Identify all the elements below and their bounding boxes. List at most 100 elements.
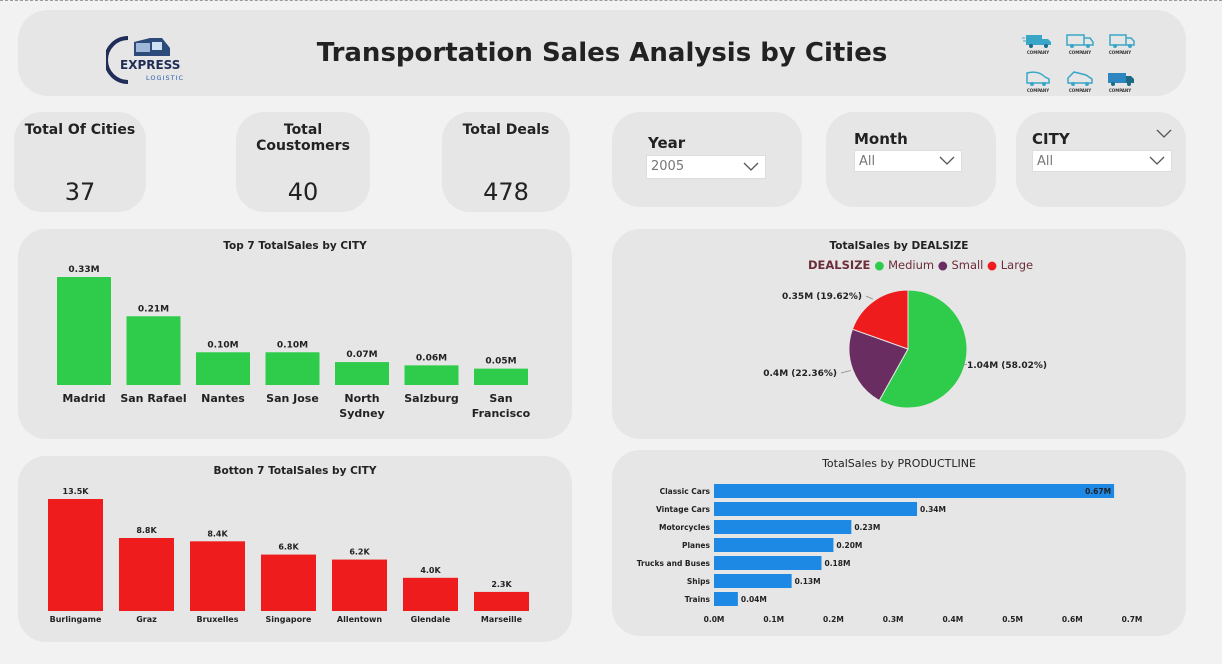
year-dropdown-value: 2005 [651, 159, 685, 174]
slice-label: 1.04M (58.02%) [967, 361, 1047, 371]
top7-bar-chart: 0.33M Madrid 0.21M San Rafael 0.10M Nantes 0.1… [57, 265, 531, 420]
bar[interactable] [714, 502, 918, 516]
city-slicer: CITY All [1016, 112, 1186, 207]
slice-label: 0.35M (19.62%) [782, 292, 862, 302]
data-label: 8.8K [136, 526, 157, 535]
category-label: Salzburg [404, 392, 459, 405]
x-tick-label: 0.4M [942, 615, 963, 624]
x-tick-label: 0.0M [704, 615, 725, 624]
category-label: Allentown [337, 615, 383, 624]
kpi-total-cities: Total Of Cities 37 [14, 112, 146, 212]
data-label: 0.06M [416, 353, 447, 363]
kpi-label: Total Of Cities [24, 122, 136, 138]
bar[interactable] [474, 591, 529, 611]
category-label: Planes [682, 541, 711, 550]
city-dropdown[interactable]: All [1032, 150, 1172, 172]
bottom7-bar-chart: 13.5K Burlingame 8.8K Graz 8.4K Bruxelles 6.8K… [48, 487, 529, 624]
bar[interactable] [261, 554, 316, 611]
bar[interactable] [190, 541, 245, 611]
month-dropdown[interactable]: All [854, 150, 962, 172]
data-label: 0.10M [207, 340, 238, 350]
kpi-value: 37 [64, 178, 96, 206]
kpi-label: Total Deals [462, 122, 550, 138]
bar[interactable] [714, 592, 738, 606]
top-dashed-border [0, 0, 1222, 2]
kpi-label: Total Coustomers [256, 122, 350, 154]
x-tick-label: 0.6M [1062, 615, 1083, 624]
data-label: 0.18M [824, 559, 850, 568]
data-label: 0.23M [854, 523, 880, 532]
bar[interactable] [119, 537, 174, 611]
bar[interactable] [332, 559, 387, 611]
category-label: Burlingame [50, 615, 102, 624]
x-tick-label: 0.2M [823, 615, 844, 624]
pickup-truck-icon: COMPANY [1064, 70, 1096, 98]
category-label: Singapore [266, 615, 312, 624]
bar[interactable] [714, 484, 1115, 498]
data-label: 8.4K [207, 529, 228, 538]
kpi-value: 478 [483, 178, 529, 206]
kpi-total-customers: Total Coustomers 40 [236, 112, 370, 212]
bar[interactable] [714, 574, 792, 588]
data-label: 0.10M [277, 340, 308, 350]
bar[interactable] [714, 520, 852, 534]
courier-truck-icon: COMPANY [1104, 70, 1136, 98]
data-label: 0.34M [920, 505, 946, 514]
bar[interactable] [714, 556, 822, 570]
bottom7-chart-card: Botton 7 TotalSales by CITY 13.5K Burling… [18, 456, 572, 642]
month-slicer-label: Month [854, 130, 908, 148]
city-dropdown-value: All [1037, 154, 1054, 169]
category-label: San Rafael [120, 392, 186, 405]
category-label: Trucks and Buses [637, 559, 711, 568]
category-label: Madrid [62, 392, 105, 405]
data-label: 4.0K [420, 566, 441, 575]
bar[interactable] [265, 352, 320, 385]
category-label: San Francisco [472, 392, 531, 420]
data-label: 0.20M [836, 541, 862, 550]
productline-bar-chart: Classic Cars 0.67M Vintage Cars 0.34M Motorc… [637, 484, 1142, 624]
category-label: Bruxelles [197, 615, 239, 624]
category-label: Motorcycles [659, 523, 710, 532]
chevron-down-icon [939, 156, 955, 165]
month-dropdown-value: All [859, 154, 876, 169]
chevron-down-icon [1149, 156, 1165, 165]
data-label: 0.07M [346, 350, 377, 360]
bar[interactable] [196, 352, 250, 385]
category-label: San Jose [266, 392, 319, 405]
kpi-total-deals: Total Deals 478 [442, 112, 570, 212]
bar[interactable] [404, 365, 459, 385]
x-tick-label: 0.5M [1002, 615, 1023, 624]
bar[interactable] [48, 499, 103, 611]
chevron-down-icon[interactable] [1156, 128, 1172, 140]
bar[interactable] [403, 577, 458, 611]
page-title: Transportation Sales Analysis by Cities [316, 38, 888, 68]
category-label: Vintage Cars [656, 505, 711, 514]
data-label: 0.13M [795, 577, 821, 586]
data-label: 13.5K [63, 487, 90, 496]
category-label: Nantes [201, 392, 245, 405]
bar[interactable] [126, 316, 181, 385]
leader-line [840, 370, 852, 374]
box-truck-icon: COMPANY [1104, 32, 1136, 60]
header-card: EXPRESS LOGISTIC Transportation Sales An… [18, 10, 1186, 96]
month-slicer: Month All [826, 112, 996, 207]
data-label: 2.3K [491, 580, 512, 589]
dealsize-chart-card: TotalSales by DEALSIZE DEALSIZE ● Medium… [612, 229, 1186, 439]
bar[interactable] [474, 368, 528, 385]
year-slicer-label: Year [648, 134, 686, 152]
bar[interactable] [57, 277, 111, 385]
data-label: 0.21M [138, 304, 169, 314]
data-label: 0.05M [485, 357, 516, 367]
svg-text:LOGISTIC: LOGISTIC [146, 74, 184, 82]
data-label: 0.33M [68, 265, 99, 275]
year-dropdown[interactable]: 2005 [646, 155, 766, 179]
category-label: North Sydney [339, 392, 384, 420]
year-slicer: Year 2005 [612, 112, 802, 207]
dealsize-pie-chart: DEALSIZE ● Medium ● Small ● Large 1.04M … [763, 258, 1047, 409]
legend: DEALSIZE ● Medium ● Small ● Large [808, 258, 1033, 272]
city-slicer-label: CITY [1032, 130, 1070, 148]
category-label: Graz [136, 615, 157, 624]
bar[interactable] [714, 538, 834, 552]
bar[interactable] [335, 362, 389, 385]
category-label: Glendale [411, 615, 451, 624]
